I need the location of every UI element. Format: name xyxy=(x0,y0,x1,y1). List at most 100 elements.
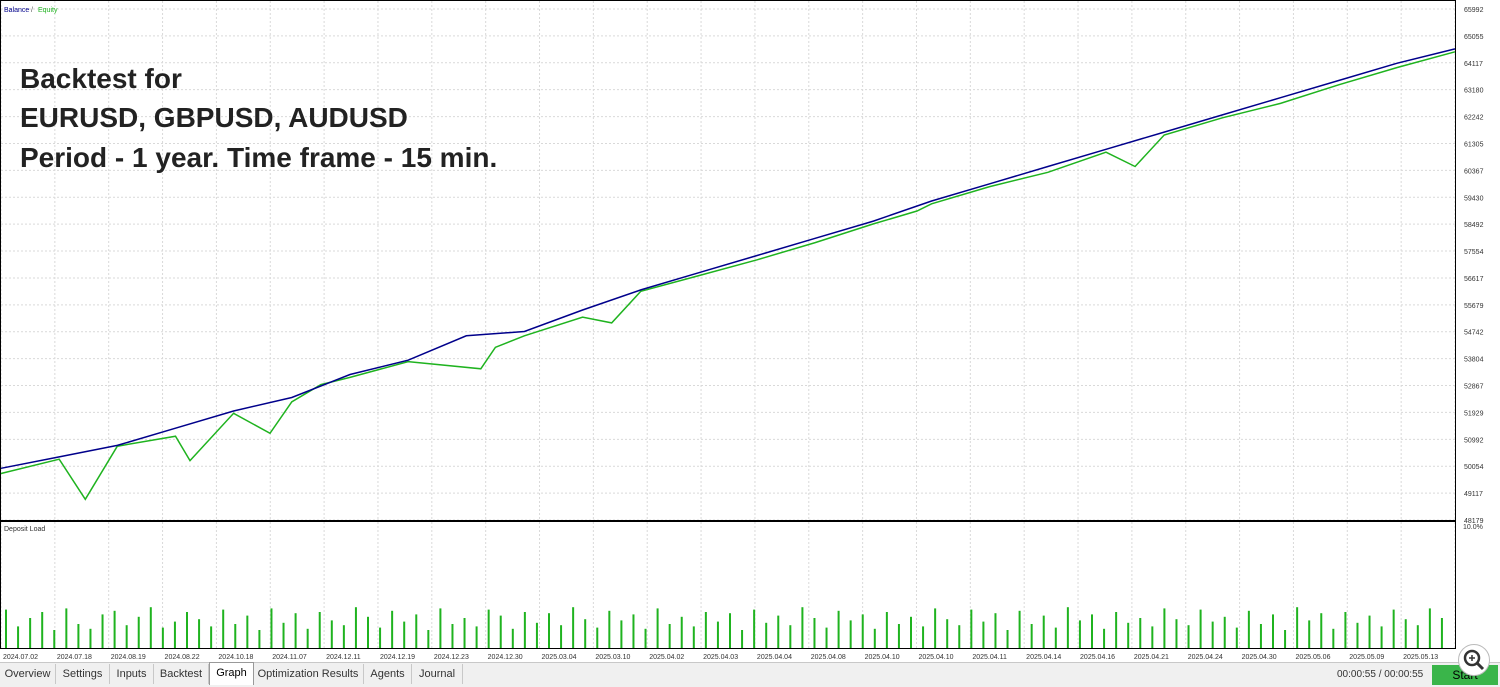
deposit-load-bar xyxy=(1127,622,1130,648)
deposit-load-bar xyxy=(1344,612,1347,648)
deposit-load-label: Deposit Load xyxy=(4,526,45,533)
deposit-load-bar xyxy=(161,627,164,648)
y-tick-label: 64117 xyxy=(1464,61,1483,68)
deposit-load-bar xyxy=(644,628,647,648)
deposit-load-bar xyxy=(1259,624,1262,648)
deposit-load-bar xyxy=(77,624,80,648)
x-tick-label: 2025.05.13 xyxy=(1403,654,1438,661)
deposit-load-bar xyxy=(415,614,418,648)
deposit-load-bar xyxy=(1042,615,1045,648)
deposit-load-bar xyxy=(1284,630,1287,648)
deposit-load-bar xyxy=(789,625,792,648)
deposit-load-bar xyxy=(596,627,599,648)
deposit-load-bar xyxy=(137,616,140,648)
backtest-chart: 65992 65055 64117 63180 62242 61305 60367 59430… xyxy=(0,0,1500,662)
y-tick-label: 50992 xyxy=(1464,437,1484,444)
deposit-load-bar xyxy=(1416,625,1419,648)
tab-optimization-results[interactable]: Optimization Results xyxy=(253,664,364,684)
x-tick-label: 2025.04.02 xyxy=(649,654,684,661)
tab-graph[interactable]: Graph xyxy=(209,662,254,685)
legend-separator: / xyxy=(31,7,33,14)
x-tick-label: 2025.04.24 xyxy=(1188,654,1223,661)
zoom-icon[interactable] xyxy=(1458,644,1490,676)
legend-balance: Balance xyxy=(4,7,29,14)
deposit-load-bar xyxy=(1308,620,1311,648)
deposit-load-bar xyxy=(89,628,92,648)
deposit-load-bar xyxy=(427,630,430,648)
deposit-load-bar xyxy=(885,612,888,648)
y-tick-label: 63180 xyxy=(1464,88,1484,95)
x-tick-label: 2024.12.11 xyxy=(326,654,361,661)
deposit-load-bar xyxy=(222,609,225,648)
tab-settings[interactable]: Settings xyxy=(56,664,110,684)
deposit-load-bar xyxy=(825,627,828,648)
deposit-load-bar xyxy=(246,615,249,648)
deposit-load-bar xyxy=(982,621,985,648)
deposit-load-bar xyxy=(354,607,357,648)
overlay-line-2: EURUSD, GBPUSD, AUDUSD xyxy=(20,102,408,133)
deposit-load-bar xyxy=(958,625,961,648)
deposit-load-bar xyxy=(777,615,780,648)
deposit-load-bar xyxy=(572,607,575,648)
tab-backtest[interactable]: Backtest xyxy=(154,664,209,684)
tab-journal[interactable]: Journal xyxy=(412,664,463,684)
tab-agents[interactable]: Agents xyxy=(364,664,412,684)
x-tick-label: 2025.05.09 xyxy=(1349,654,1384,661)
deposit-load-bar xyxy=(1091,614,1093,648)
deposit-load-bar xyxy=(692,626,695,648)
x-tick-label: 2025.04.14 xyxy=(1026,654,1061,661)
x-tick-label: 2025.04.10 xyxy=(865,654,900,661)
deposit-load-bar xyxy=(535,622,538,648)
y-tick-label: 65055 xyxy=(1464,34,1484,41)
deposit-load-bar xyxy=(1392,609,1395,648)
x-tick-label: 2024.10.18 xyxy=(218,654,253,661)
x-tick-label: 2025.04.03 xyxy=(703,654,738,661)
deposit-load-bar xyxy=(1175,619,1178,648)
deposit-load-bar xyxy=(210,626,213,648)
x-tick-label: 2024.07.18 xyxy=(57,654,92,661)
deposit-load-bar xyxy=(342,625,345,648)
y-tick-label: 65992 xyxy=(1464,7,1484,14)
deposit-load-bar xyxy=(934,608,937,648)
deposit-load-bar xyxy=(620,620,623,648)
y-tick-label: 52867 xyxy=(1464,384,1484,391)
y-tick-label: 49117 xyxy=(1464,491,1483,498)
deposit-load-bar xyxy=(1163,608,1166,648)
deposit-load-bar xyxy=(186,612,188,648)
deposit-load-bar xyxy=(813,618,816,648)
deposit-load-bar xyxy=(716,621,719,648)
tab-inputs[interactable]: Inputs xyxy=(110,664,154,684)
y-tick-label: 53804 xyxy=(1464,357,1484,364)
deposit-load-bar xyxy=(1247,610,1250,648)
overlay-line-3: Period - 1 year. Time frame - 15 min. xyxy=(20,142,497,173)
deposit-load-bar xyxy=(1380,626,1383,648)
legend-equity: Equity xyxy=(38,7,58,14)
deposit-load-bar xyxy=(1296,607,1299,648)
tab-overview[interactable]: Overview xyxy=(0,664,56,684)
deposit-load-bar xyxy=(1332,628,1335,648)
x-tick-label: 2024.07.02 xyxy=(3,654,38,661)
deposit-load-bar xyxy=(1199,609,1202,648)
deposit-load-bar xyxy=(970,609,973,648)
deposit-load-bar xyxy=(668,624,671,648)
deposit-load-bar xyxy=(379,627,382,648)
deposit-load-bar xyxy=(391,610,394,648)
deposit-load-bar xyxy=(451,624,454,648)
deposit-load-bar xyxy=(487,609,490,648)
deposit-load-bar xyxy=(1356,622,1359,648)
tester-window: 65992 65055 64117 63180 62242 61305 60367 59430… xyxy=(0,0,1500,687)
deposit-load-bar xyxy=(318,612,321,648)
deposit-load-bar xyxy=(330,620,333,648)
y-tick-label: 55679 xyxy=(1464,303,1484,310)
deposit-load-bar xyxy=(1320,613,1323,648)
deposit-load-bar xyxy=(113,610,116,648)
deposit-load-bar xyxy=(41,612,44,648)
deposit-load-bar xyxy=(548,613,550,648)
x-tick-label: 2025.04.08 xyxy=(811,654,846,661)
deposit-load-bar xyxy=(499,615,502,648)
x-tick-label: 2025.04.11 xyxy=(972,654,1007,661)
deposit-load-bar xyxy=(1368,615,1371,648)
y-tick-label: 59430 xyxy=(1464,195,1484,202)
deposit-load-bar xyxy=(801,607,804,648)
deposit-load-bar xyxy=(294,613,297,648)
